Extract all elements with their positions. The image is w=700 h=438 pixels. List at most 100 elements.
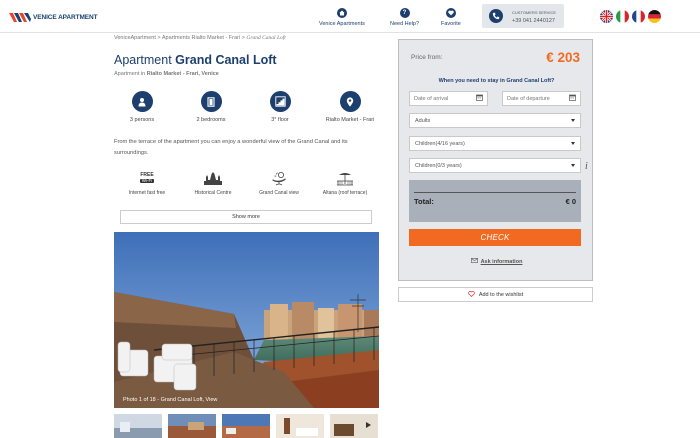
feature-label: 2 bedrooms	[196, 117, 226, 123]
logo-mark-icon	[9, 12, 31, 22]
nav-venice-apartments[interactable]: Venice Apartments	[319, 8, 365, 27]
historical-centre-icon	[204, 170, 222, 186]
chevron-right-icon	[365, 422, 371, 430]
question-icon: ?	[399, 8, 410, 18]
arrival-date-input[interactable]: Date of arrival	[409, 91, 488, 106]
apartment-subtitle: Apartment in Rialto Market - Frari, Veni…	[114, 71, 219, 77]
calendar-icon	[476, 94, 483, 103]
feature-bedrooms: 2 bedrooms	[176, 91, 246, 123]
canal-view-icon	[270, 170, 288, 186]
departure-date-input[interactable]: Date of departure	[502, 91, 581, 106]
thumbnail[interactable]	[168, 414, 216, 438]
amenity-canal-view: Grand Canal view	[244, 170, 314, 196]
nav-need-help[interactable]: ? Need Help?	[390, 8, 419, 27]
map-pin-icon	[339, 91, 361, 112]
thumbnail[interactable]	[222, 414, 270, 438]
booking-panel: Price from: € 203 When you need to stay …	[398, 39, 593, 281]
add-to-wishlist-button[interactable]: Add to the wishlist	[398, 287, 593, 302]
roof-terrace-icon	[336, 170, 354, 186]
chevron-down-icon	[571, 142, 575, 145]
price-label: Price from:	[411, 54, 443, 61]
ask-information-label: Ask information	[480, 258, 523, 265]
amenity-label: Internet fast free	[128, 190, 166, 196]
total-value: € 0	[565, 197, 576, 206]
customer-service-box[interactable]: CUSTOMERS SERVICE +39 041 2440127	[482, 4, 564, 28]
children-0-3-select[interactable]: Children(0/3 years)	[409, 158, 581, 173]
stairs-icon	[269, 91, 291, 112]
amenity-label: Historical Centre	[194, 190, 232, 196]
free-wifi-icon: FREE Wi-Fi	[139, 170, 155, 186]
check-button[interactable]: CHECK	[409, 229, 581, 246]
logo-text: VENICE APARTMENT	[33, 13, 98, 21]
info-icon[interactable]: i	[585, 161, 588, 172]
apartment-location: Rialto Market - Frari, Venice	[146, 71, 219, 77]
france-flag-icon[interactable]	[632, 10, 645, 23]
breadcrumb-home-link[interactable]: VeniceApartment	[114, 35, 156, 41]
calendar-icon	[569, 94, 576, 103]
nav-favorite[interactable]: Favorite	[441, 8, 461, 27]
children-4-16-select[interactable]: Children(4/16 years)	[409, 136, 581, 151]
nav-label: Need Help?	[390, 21, 420, 27]
grand-canal-view-image	[114, 232, 379, 408]
subtitle-prefix: Apartment in	[114, 71, 146, 77]
amenity-label: Grand Canal view	[259, 190, 299, 196]
show-more-button[interactable]: Show more	[120, 210, 372, 224]
uk-flag-icon[interactable]	[600, 10, 613, 23]
thumbnail[interactable]	[276, 414, 324, 438]
language-selector	[600, 10, 661, 23]
wifi-badge-bottom: Wi-Fi	[139, 177, 155, 184]
adults-select-value: Adults	[415, 117, 431, 124]
feature-location: Rialto Market - Frari	[315, 91, 385, 123]
thumbnail-next-button[interactable]	[357, 414, 379, 438]
door-icon	[200, 91, 222, 112]
nav-label: Venice Apartments	[319, 21, 365, 27]
amenity-internet: FREE Wi-Fi Internet fast free	[112, 170, 182, 196]
feature-persons: 3 persons	[107, 91, 177, 123]
venice-apartment-logo[interactable]: VENICE APARTMENT	[9, 11, 98, 23]
amenity-label: Altana (roof terrace)	[322, 190, 368, 196]
total-box: Total: € 0	[409, 180, 581, 222]
feature-label: 3° floor	[271, 117, 289, 123]
service-title: CUSTOMERS SERVICE	[512, 10, 557, 15]
chevron-down-icon	[571, 119, 575, 122]
stay-question: When you need to stay in Grand Canal Lof…	[438, 78, 555, 84]
apartment-photo[interactable]: Photo 1 of 18 - Grand Canal Loft, View	[114, 232, 379, 408]
photo-thumbnails	[114, 414, 379, 438]
feature-label: 3 persons	[129, 117, 155, 123]
nav-label: Favorite	[441, 21, 461, 27]
breadcrumb: VeniceApartment > Apartments Rialto Mark…	[114, 35, 286, 41]
title-prefix: Apartment	[114, 53, 172, 67]
breadcrumb-area-link[interactable]: Apartments Rialto Market - Frari	[162, 35, 240, 41]
home-icon	[336, 8, 347, 18]
children-4-16-select-value: Children(4/16 years)	[415, 140, 465, 147]
photo-caption: Photo 1 of 18 - Grand Canal Loft, View	[123, 397, 218, 403]
breadcrumb-separator: >	[157, 35, 161, 41]
page-title: Apartment Grand Canal Loft	[114, 53, 277, 67]
italy-flag-icon[interactable]	[616, 10, 629, 23]
phone-icon	[489, 9, 503, 23]
germany-flag-icon[interactable]	[648, 10, 661, 23]
feature-floor: 3° floor	[245, 91, 315, 123]
feature-label: Rialto Market - Frari	[325, 117, 375, 123]
adults-select[interactable]: Adults	[409, 113, 581, 128]
arrival-placeholder: Date of arrival	[414, 95, 449, 102]
amenity-historical-centre: Historical Centre	[178, 170, 248, 196]
children-0-3-select-value: Children(0/3 years)	[415, 162, 462, 169]
service-phone-number: +39 041 2440127	[512, 18, 555, 24]
chevron-down-icon	[571, 164, 575, 167]
site-header: VENICE APARTMENT Venice Apartments ? Nee…	[0, 0, 700, 33]
departure-placeholder: Date of departure	[507, 95, 550, 102]
price-value: € 203	[546, 50, 580, 65]
amenity-roof-terrace: Altana (roof terrace)	[310, 170, 380, 196]
breadcrumb-separator: >	[241, 35, 245, 41]
wifi-badge-top: FREE	[140, 171, 154, 178]
apartment-name: Grand Canal Loft	[175, 53, 277, 67]
total-divider	[414, 192, 576, 193]
thumbnail[interactable]	[114, 414, 162, 438]
total-label: Total:	[414, 197, 434, 206]
wishlist-label: Add to the wishlist	[478, 291, 524, 298]
ask-information-link[interactable]: Ask information	[399, 258, 594, 265]
envelope-icon	[470, 258, 478, 265]
heart-outline-icon	[468, 290, 475, 299]
breadcrumb-current: Grand Canal Loft	[246, 35, 286, 41]
